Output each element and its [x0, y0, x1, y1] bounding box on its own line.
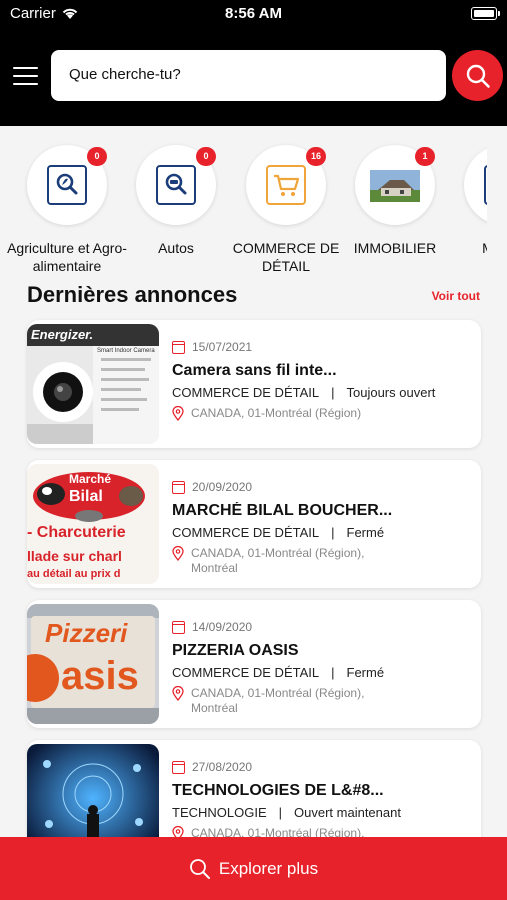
house-photo: [370, 170, 420, 202]
listing-location: CANADA, 01-Montréal (Région): [172, 406, 361, 421]
listing-category: COMMERCE DE DÉTAIL: [172, 385, 320, 400]
listing-card[interactable]: Pizzeri asis 14/09/2020 PIZZERIA OASIS C…: [27, 600, 481, 728]
listing-location: CANADA, 01-Montréal (Région), Montréal: [172, 546, 364, 576]
partial-icon: [484, 165, 487, 205]
thumbnail-text-3: - Charcuterie: [27, 524, 126, 541]
location-pin-icon: [172, 406, 184, 421]
category-count-badge: 0: [196, 147, 216, 166]
listing-location-text: CANADA, 01-Montréal (Région),: [191, 686, 365, 700]
category-carousel[interactable]: 0 Agriculture et Agro-alimentaire 0 Auto…: [0, 140, 487, 290]
listing-title: MARCHÉ BILAL BOUCHER...: [172, 502, 393, 519]
calendar-icon: [172, 760, 185, 774]
listing-date-text: 20/09/2020: [192, 480, 253, 494]
listing-meta: COMMERCE DE DÉTAIL | Fermé: [172, 665, 384, 680]
category-count-badge: 0: [87, 147, 107, 166]
listing-thumbnail: Pizzeri asis: [27, 604, 159, 724]
thumbnail-text-2: asis: [61, 654, 139, 698]
search-input[interactable]: Que cherche-tu?: [51, 50, 446, 101]
calendar-icon: [172, 480, 185, 494]
listing-category: COMMERCE DE DÉTAIL: [172, 665, 320, 680]
calendar-icon: [172, 340, 185, 354]
listing-location-city: Montréal: [191, 701, 238, 715]
explore-more-button[interactable]: Explorer plus: [0, 837, 507, 900]
listing-location: CANADA, 01-Montréal (Région), Montréal: [172, 686, 364, 716]
listing-status: Toujours ouvert: [346, 385, 436, 400]
thumbnail-text-1: Marché: [69, 472, 112, 486]
thumbnail-text-4: llade sur charl: [27, 548, 122, 564]
listing-date-text: 14/09/2020: [192, 620, 253, 634]
category-count-badge: 16: [306, 147, 326, 166]
meta-separator: |: [331, 525, 335, 540]
category-count-badge: 1: [415, 147, 435, 166]
listing-location-city: Montréal: [191, 561, 238, 575]
listing-category: TECHNOLOGIE: [172, 805, 267, 820]
app-header: Que cherche-tu?: [0, 26, 507, 126]
hamburger-menu-icon[interactable]: [13, 67, 38, 85]
listing-status: Fermé: [346, 525, 385, 540]
shopping-cart-icon: [266, 165, 306, 205]
listing-date: 15/07/2021: [172, 340, 252, 354]
location-pin-icon: [172, 686, 184, 701]
section-title: Dernières annonces: [27, 282, 238, 307]
search-button[interactable]: [452, 50, 503, 101]
status-bar: Carrier 8:56 AM: [0, 0, 507, 26]
thumbnail-brand-text: Energizer.: [31, 327, 94, 342]
listing-date-text: 27/08/2020: [192, 760, 253, 774]
see-all-link[interactable]: Voir tout: [432, 289, 480, 303]
location-pin-icon: [172, 546, 184, 561]
listing-status: Ouvert maintenant: [294, 805, 401, 820]
battery-icon: [471, 7, 500, 20]
thumbnail-sub-text: Smart Indoor Camera: [97, 348, 155, 354]
listing-title: TECHNOLOGIES DE L&#8...: [172, 782, 384, 799]
listing-category: COMMERCE DE DÉTAIL: [172, 525, 320, 540]
listing-date: 14/09/2020: [172, 620, 252, 634]
category-label: M: [423, 239, 487, 257]
listing-card[interactable]: Energizer. Smart Indoor Camera 15/07/202…: [27, 320, 481, 448]
listing-card[interactable]: Marché Bilal - Charcuterie llade sur cha…: [27, 460, 481, 588]
thumbnail-text-1: Pizzeri: [45, 618, 128, 648]
calendar-icon: [172, 620, 185, 634]
search-icon: [466, 64, 490, 88]
listing-meta: COMMERCE DE DÉTAIL | Fermé: [172, 525, 384, 540]
listing-meta: COMMERCE DE DÉTAIL | Toujours ouvert: [172, 385, 435, 400]
listing-date-text: 15/07/2021: [192, 340, 253, 354]
thumbnail-text-2: Bilal: [69, 488, 103, 505]
listing-thumbnail: Marché Bilal - Charcuterie llade sur cha…: [27, 464, 159, 584]
explore-more-label: Explorer plus: [218, 858, 319, 878]
listing-meta: TECHNOLOGIE | Ouvert maintenant: [172, 805, 401, 820]
listing-thumbnail: Energizer. Smart Indoor Camera: [27, 324, 159, 444]
listing-location-text: CANADA, 01-Montréal (Région),: [191, 546, 365, 560]
listing-title: Camera sans fil inte...: [172, 362, 337, 379]
thumbnail-text-5: au détail au prix d: [27, 568, 121, 580]
meta-separator: |: [278, 805, 283, 820]
search-icon: [189, 858, 210, 879]
listing-date: 27/08/2020: [172, 760, 252, 774]
listing-date: 20/09/2020: [172, 480, 252, 494]
magnifier-leaf-icon: [47, 165, 87, 205]
meta-separator: |: [331, 385, 335, 400]
clock: 8:56 AM: [225, 5, 282, 22]
magnifier-car-icon: [156, 165, 196, 205]
category-icon-circle: [464, 145, 487, 225]
meta-separator: |: [331, 665, 335, 680]
listing-status: Fermé: [346, 665, 385, 680]
listing-location-text: CANADA, 01-Montréal (Région): [191, 406, 362, 420]
listing-title: PIZZERIA OASIS: [172, 642, 299, 659]
